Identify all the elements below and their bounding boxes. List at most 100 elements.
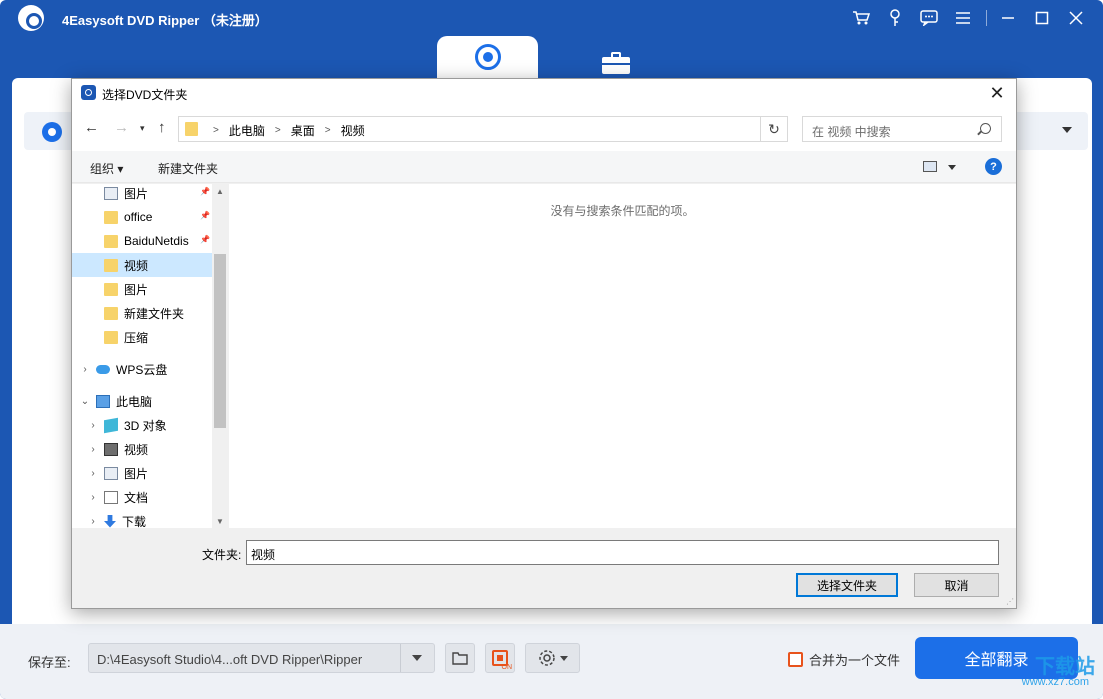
3d-icon [104, 417, 118, 433]
tree-item[interactable]: 压缩 [72, 325, 212, 349]
tab-toolbox[interactable] [602, 52, 630, 74]
watermark-url: www.xz7.com [1021, 676, 1089, 688]
app-title: 4Easysoft DVD Ripper （未注册） [62, 13, 268, 28]
help-icon[interactable]: ? [985, 158, 1002, 175]
breadcrumb-item[interactable]: 视频 [341, 122, 365, 139]
cart-icon[interactable] [848, 6, 874, 30]
gpu-on-badge: ON [501, 664, 513, 671]
tree-item-label: 文档 [124, 490, 149, 505]
open-folder-button[interactable] [445, 643, 475, 673]
tree-item-label: 压缩 [124, 330, 149, 345]
menu-icon[interactable] [950, 6, 976, 30]
breadcrumb-item[interactable]: 桌面 [291, 122, 315, 139]
save-to-label: 保存至: [28, 655, 71, 670]
minimize-icon[interactable] [995, 6, 1021, 30]
chevron-down-icon[interactable] [948, 165, 956, 170]
tree-item[interactable]: office 📌 [72, 205, 212, 229]
pin-icon: 📌 [200, 235, 210, 244]
tree-item-label: WPS云盘 [116, 362, 168, 377]
chevron-down-icon[interactable] [412, 655, 422, 661]
tree-item-label: office [124, 210, 153, 224]
folder-name-input[interactable]: 视频 [246, 540, 999, 565]
refresh-icon[interactable]: ↻ [760, 116, 788, 142]
breadcrumb-separator: > [324, 125, 331, 136]
settings-button[interactable] [525, 643, 580, 673]
tree-item[interactable]: › 文档 [72, 485, 212, 509]
search-input[interactable]: 在 视频 中搜索 [802, 116, 1002, 142]
organize-button[interactable]: 组织 ▾ [90, 160, 123, 177]
view-mode-icon[interactable] [923, 161, 937, 172]
scroll-down-icon[interactable]: ▼ [216, 517, 224, 526]
chevron-right-icon[interactable]: › [80, 364, 90, 375]
cancel-button[interactable]: 取消 [914, 573, 999, 597]
chevron-right-icon[interactable]: › [88, 468, 98, 479]
tree-item[interactable]: › 图片 [72, 461, 212, 485]
pic-icon [104, 186, 118, 200]
gpu-acceleration-button[interactable]: ON [485, 643, 515, 673]
folder-label: 文件夹: [202, 548, 242, 562]
tree-item-label: 视频 [124, 258, 149, 273]
tree-item[interactable]: › 下载 [72, 509, 212, 528]
video-icon [104, 442, 118, 456]
main-tabs [437, 36, 657, 78]
navigation-tree: 图片 📌 office 📌 BaiduNetdis 📌 视频 图片 新建文件夹 压缩 › WPS云盘 ⌄… [72, 184, 228, 528]
folder-icon [104, 330, 118, 344]
save-path-value: D:\4Easysoft Studio\4...oft DVD Ripper\R… [97, 652, 363, 667]
chevron-right-icon[interactable]: › [88, 420, 98, 431]
back-arrow-icon[interactable]: ← [84, 119, 99, 136]
resize-grip-icon[interactable]: ⋰ [1006, 597, 1014, 606]
pin-icon: 📌 [200, 187, 210, 196]
address-bar[interactable]: > 此电脑 > 桌面 > 视频 ▾ [178, 116, 784, 142]
tree-item-label: 图片 [124, 186, 149, 201]
chevron-right-icon[interactable]: › [88, 444, 98, 455]
tree-item[interactable]: BaiduNetdis 📌 [72, 229, 212, 253]
app-logo-icon [81, 85, 96, 100]
pc-icon [96, 394, 110, 408]
chevron-down-icon [559, 655, 568, 661]
recent-locations-chevron-icon[interactable]: ▾ [140, 123, 145, 134]
chevron-right-icon[interactable]: › [88, 516, 98, 527]
chevron-down-icon[interactable]: ⌄ [80, 396, 90, 407]
tree-item[interactable]: › 视频 [72, 437, 212, 461]
merge-files-toggle[interactable]: 合并为一个文件 [788, 650, 900, 669]
merge-checkbox[interactable] [788, 652, 803, 667]
dialog-toolbar: 组织 ▾ 新建文件夹 ? [72, 151, 1016, 183]
gear-icon [538, 650, 555, 666]
scroll-up-icon[interactable]: ▲ [216, 187, 224, 196]
dialog-close-icon[interactable]: ✕ [986, 82, 1008, 104]
forward-arrow-icon[interactable]: → [114, 119, 129, 136]
tree-scrollbar[interactable]: ▲ ▼ [212, 184, 228, 528]
up-arrow-icon[interactable]: ↑ [158, 119, 166, 136]
tree-item[interactable]: ⌄ 此电脑 [72, 389, 212, 413]
search-icon [980, 123, 991, 134]
tree-item-label: 新建文件夹 [124, 306, 185, 321]
tab-ripper[interactable] [437, 36, 538, 78]
save-path-select[interactable]: D:\4Easysoft Studio\4...oft DVD Ripper\R… [88, 643, 435, 673]
search-placeholder: 在 视频 中搜索 [812, 125, 891, 139]
chevron-down-icon[interactable] [1062, 127, 1072, 133]
folder-icon [104, 234, 118, 248]
tree-item[interactable]: 图片 [72, 277, 212, 301]
close-icon[interactable] [1063, 6, 1089, 30]
breadcrumb-separator: > [274, 125, 281, 136]
chevron-right-icon[interactable]: › [88, 492, 98, 503]
chat-icon[interactable] [916, 6, 942, 30]
tree-item-label: 视频 [124, 442, 149, 457]
folder-icon [185, 122, 198, 136]
tree-item[interactable]: 图片 📌 [72, 184, 212, 205]
disc-icon [474, 44, 501, 70]
key-icon[interactable] [882, 6, 908, 30]
cloud-icon [96, 364, 110, 374]
tree-item[interactable]: › WPS云盘 [72, 357, 212, 381]
tree-item[interactable]: › 3D 对象 [72, 413, 212, 437]
scroll-thumb[interactable] [214, 254, 226, 428]
tree-item[interactable]: 视频 [72, 253, 212, 277]
tree-item-label: 图片 [124, 282, 149, 297]
breadcrumb-item[interactable]: 此电脑 [229, 122, 265, 139]
tree-item[interactable]: 新建文件夹 [72, 301, 212, 325]
select-folder-button[interactable]: 选择文件夹 [796, 573, 898, 597]
maximize-icon[interactable] [1029, 6, 1055, 30]
file-list: 没有与搜索条件匹配的项。 [229, 184, 1016, 528]
toolbox-icon [602, 57, 630, 74]
new-folder-button[interactable]: 新建文件夹 [158, 160, 218, 177]
